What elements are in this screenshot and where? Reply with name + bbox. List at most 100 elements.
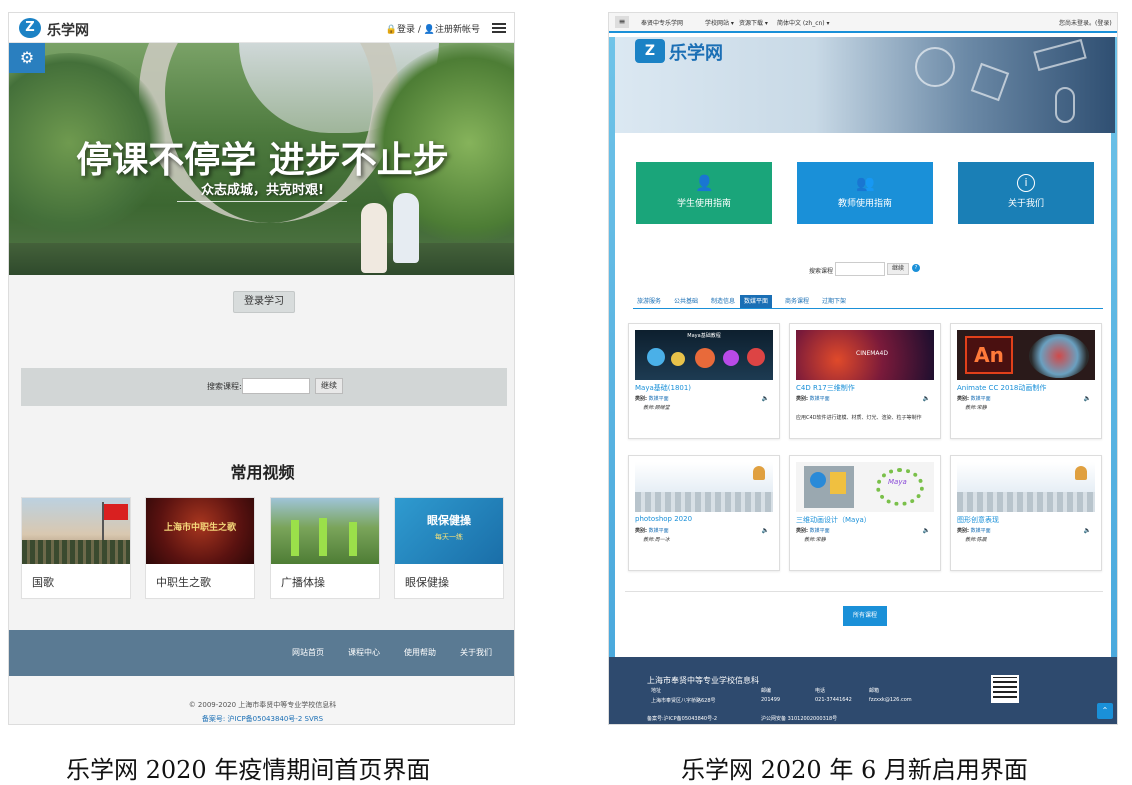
hero-title: 停课不停学 进步不止步 [76, 140, 449, 181]
video-thumbnail: 上海市中职生之歌 [146, 498, 254, 564]
gear-icon[interactable]: ⚙ [9, 43, 45, 73]
footer-link-help[interactable]: 使用帮助 [404, 647, 436, 658]
video-label: 眼保健操 [405, 576, 449, 589]
divider [625, 591, 1103, 592]
all-courses-button[interactable]: 所有课程 [843, 606, 887, 626]
top-navbar: Z 乐学网 🔒登录 / 👤注册新帐号 [9, 13, 514, 43]
site-logo-icon[interactable]: Z [19, 18, 41, 38]
nav-menu-downloads[interactable]: 资源下载 ▾ [739, 18, 768, 27]
hamburger-icon[interactable]: ≡ [615, 16, 629, 28]
course-thumbnail: An [957, 330, 1095, 380]
hero-subtitle: 众志成城，共克时艰! [201, 183, 324, 198]
divider [177, 201, 347, 202]
course-card[interactable]: An Animate CC 2018动画制作 类别: 数媒平面 🔈 教师:宋静 [950, 323, 1102, 439]
search-button[interactable]: 继续 [887, 263, 909, 275]
login-section: 登录学习 搜索课程: 继续 [9, 275, 514, 435]
course-title[interactable]: C4D R17三维制作 [796, 383, 855, 393]
course-category: 类别: 数媒平面 [796, 396, 830, 402]
video-card[interactable]: 眼保健操 每天一练 眼保健操 [394, 497, 504, 599]
video-thumbnail: 眼保健操 每天一练 [395, 498, 503, 564]
teacher-guide-button[interactable]: 👥 教师使用指南 [797, 162, 933, 224]
nav-menu-school-site[interactable]: 学校网站 ▾ [705, 18, 734, 27]
footer-link-about[interactable]: 关于我们 [460, 647, 492, 658]
about-button[interactable]: i 关于我们 [958, 162, 1094, 224]
search-input[interactable] [242, 378, 310, 394]
footer-email[interactable]: fzzxxk@126.com [869, 697, 912, 703]
course-thumbnail: Maya基础教程 [635, 330, 773, 380]
tab-archived[interactable]: 过期下架 [818, 295, 850, 308]
course-thumbnail: CINEMA4D [796, 330, 934, 380]
course-teacher: 教师:宋静 [965, 405, 987, 411]
login-register-link[interactable]: 🔒登录 / 👤注册新帐号 [386, 22, 480, 35]
footer-zip-label: 邮编 [761, 688, 772, 694]
tab-basics[interactable]: 公共基础 [670, 295, 702, 308]
icp-link[interactable]: 备案号: 沪ICP备05043840号-2 SVRS [9, 714, 514, 724]
speaker-icon[interactable]: 🔈 [1084, 527, 1091, 534]
footer-school: 上海市奉贤中等专业学校信息科 [647, 676, 759, 685]
course-card[interactable]: photoshop 2020 类别: 数媒平面 🔈 教师:周一冰 [628, 455, 780, 571]
nav-menu-language[interactable]: 简体中文 (zh_cn) ▾ [777, 18, 830, 27]
scroll-top-icon[interactable]: ⌃ [1097, 703, 1113, 719]
footer-link-home[interactable]: 网站首页 [292, 647, 324, 658]
speaker-icon[interactable]: 🔈 [762, 395, 769, 402]
left-caption: 乐学网 2020 年疫情期间首页界面 [66, 756, 431, 784]
nav-school-link[interactable]: 奉贤中专乐学网 [641, 18, 683, 27]
speaker-icon[interactable]: 🔈 [923, 527, 930, 534]
site-logo-icon[interactable]: Z [635, 39, 665, 63]
site-brand[interactable]: 乐学网 [669, 39, 723, 65]
course-teacher: 教师:顾继堂 [643, 405, 670, 411]
tab-tourism[interactable]: 旅游服务 [633, 295, 665, 308]
speaker-icon[interactable]: 🔈 [1084, 395, 1091, 402]
left-screenshot: Z 乐学网 🔒登录 / 👤注册新帐号 ⚙ 停课不停学 进步不止步 众志成城，共克… [8, 12, 515, 725]
login-status[interactable]: 您尚未登录。(登录) [1059, 18, 1112, 27]
search-bar: 搜索课程: 继续 [21, 368, 507, 406]
right-screenshot: ≡ 奉贤中专乐学网 学校网站 ▾ 资源下载 ▾ 简体中文 (zh_cn) ▾ 您… [608, 12, 1118, 725]
video-card[interactable]: 国歌 [21, 497, 131, 599]
top-navbar: ≡ 奉贤中专乐学网 学校网站 ▾ 资源下载 ▾ 简体中文 (zh_cn) ▾ 您… [609, 13, 1117, 33]
course-title[interactable]: Maya基础(1801) [635, 383, 691, 393]
footer: © 2009-2020 上海市奉贤中等专业学校信息科 备案号: 沪ICP备050… [9, 676, 514, 724]
tab-digital-media[interactable]: 数媒平面 [740, 295, 773, 308]
login-button[interactable]: 登录学习 [233, 291, 295, 313]
help-icon[interactable]: ? [912, 264, 920, 272]
course-title[interactable]: Animate CC 2018动画制作 [957, 383, 1046, 393]
course-category: 类别: 数媒平面 [957, 396, 991, 402]
qr-code [991, 675, 1019, 703]
site-brand[interactable]: 乐学网 [47, 20, 89, 40]
course-card[interactable]: 图形创意表现 类别: 数媒平面 🔈 教师:陈晨 [950, 455, 1102, 571]
speaker-icon[interactable]: 🔈 [923, 395, 930, 402]
tab-business[interactable]: 商务课程 [781, 295, 813, 308]
student-figure [361, 203, 387, 273]
tab-manufacturing[interactable]: 制造信息 [707, 295, 739, 308]
footer-police[interactable]: 沪公网安备 31012002000318号 [761, 715, 837, 722]
student-guide-button[interactable]: 👤 学生使用指南 [636, 162, 772, 224]
footer-link-courses[interactable]: 课程中心 [348, 647, 380, 658]
category-tabs: 旅游服务 公共基础 制造信息 数媒平面 商务课程 过期下架 [633, 295, 1103, 309]
guide-label: 关于我们 [1007, 199, 1044, 209]
right-caption: 乐学网 2020 年 6 月新启用界面 [681, 756, 1028, 784]
search-label: 搜索课程 [809, 268, 834, 275]
course-card[interactable]: CINEMA4D C4D R17三维制作 类别: 数媒平面 🔈 应用C4D软件进… [789, 323, 941, 439]
search-button[interactable]: 继续 [315, 378, 343, 394]
footer-phone: 021-37441642 [815, 697, 852, 703]
course-title[interactable]: 三维动画设计（Maya） [796, 515, 871, 525]
speaker-icon[interactable]: 🔈 [762, 527, 769, 534]
video-card[interactable]: 广播体操 [270, 497, 380, 599]
course-teacher: 教师:周一冰 [643, 537, 670, 543]
course-card[interactable]: Maya 三维动画设计（Maya） 类别: 数媒平面 🔈 教师:宋静 [789, 455, 941, 571]
student-figure [393, 193, 419, 263]
course-title[interactable]: photoshop 2020 [635, 515, 692, 523]
video-card[interactable]: 上海市中职生之歌 中职生之歌 [145, 497, 255, 599]
course-title[interactable]: 图形创意表现 [957, 515, 999, 525]
menu-icon[interactable] [492, 23, 506, 33]
footer-zip: 201499 [761, 697, 781, 703]
section-title: 常用视频 [230, 463, 295, 482]
course-card[interactable]: Maya基础教程 Maya基础(1801) 类别: 数媒平面 🔈 教师:顾继堂 [628, 323, 780, 439]
guide-label: 教师使用指南 [837, 199, 892, 209]
course-thumbnail [957, 462, 1095, 512]
copyright: © 2009-2020 上海市奉贤中等专业学校信息科 [188, 701, 337, 709]
footer-icp[interactable]: 备案号:沪ICP备05043840号-2 [647, 715, 717, 722]
teacher-icon: 👥 [856, 174, 875, 192]
course-teacher: 教师:陈晨 [965, 537, 987, 543]
search-input[interactable] [835, 262, 885, 276]
